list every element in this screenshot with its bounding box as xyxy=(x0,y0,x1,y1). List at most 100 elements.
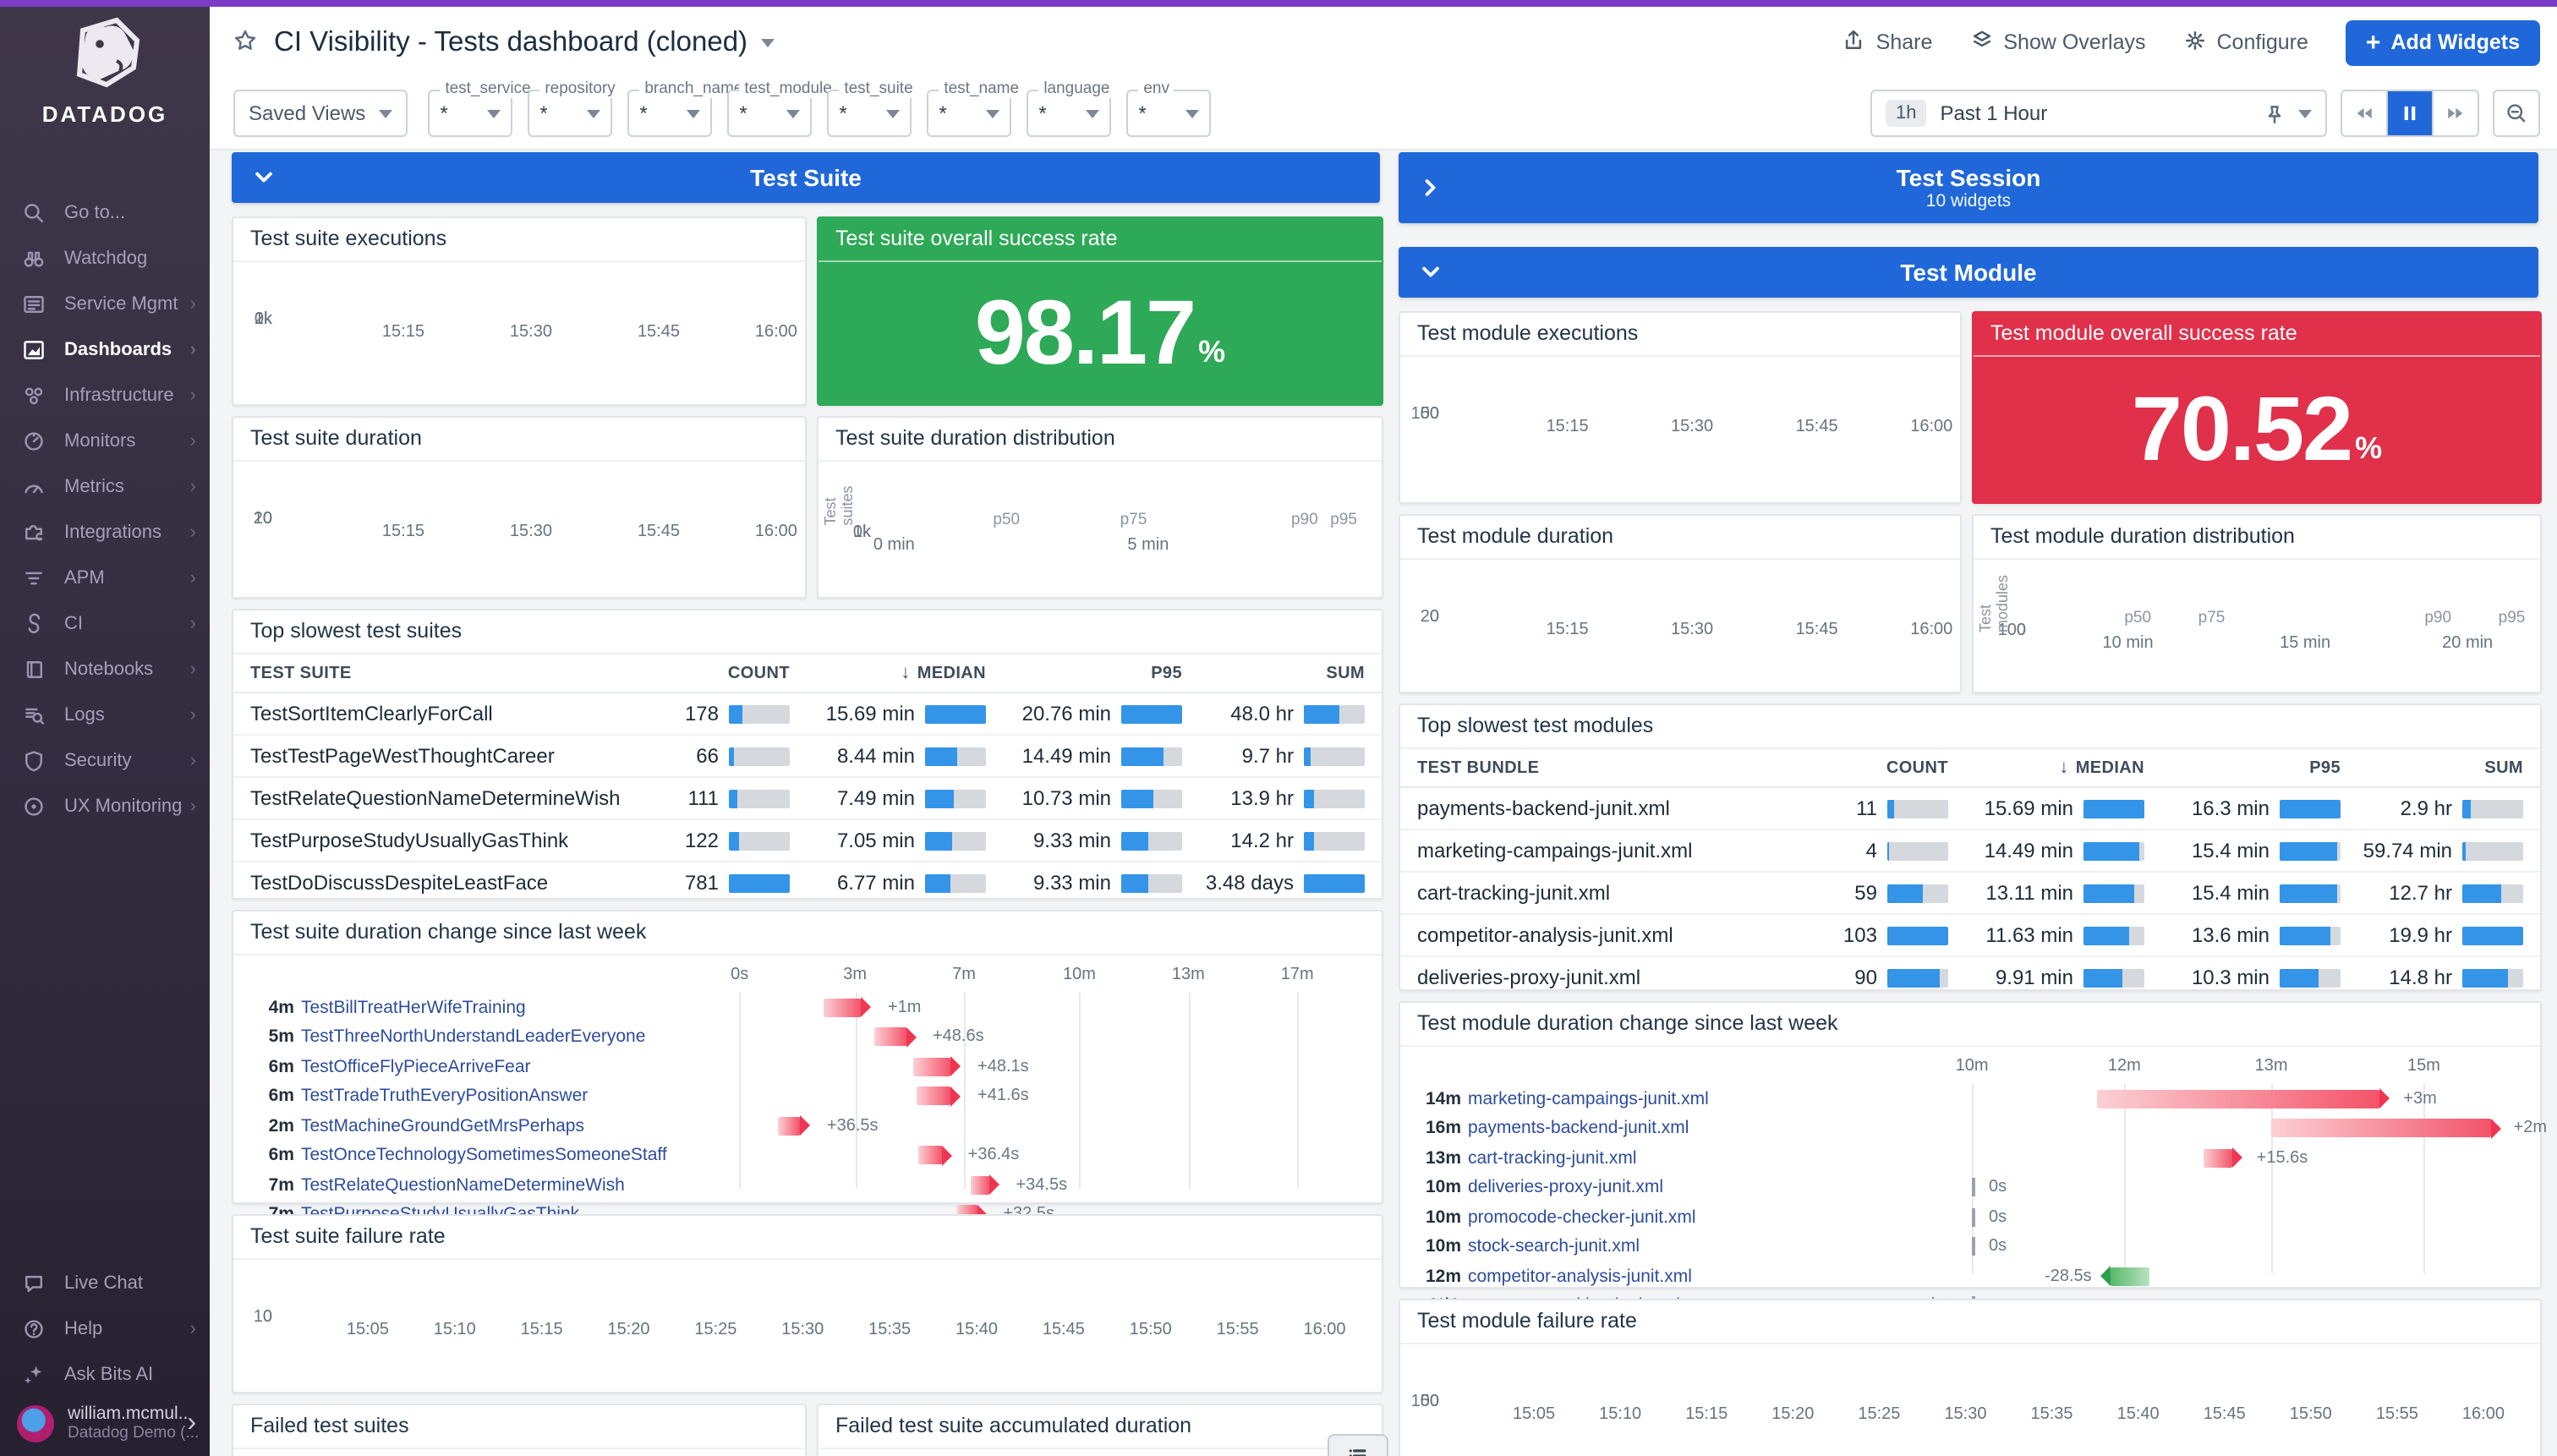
chevron-right-icon: › xyxy=(190,430,196,451)
pin-icon[interactable] xyxy=(2263,102,2285,124)
sidebar-item[interactable]: APM › xyxy=(0,555,210,600)
sidebar-footer-item[interactable]: Ask Bits AI xyxy=(0,1351,210,1397)
sidebar-item[interactable]: Integrations › xyxy=(0,509,210,555)
change-row: 10m deliveries-proxy-junit.xml 0s xyxy=(1417,1173,2520,1202)
test-module-link[interactable]: payments-backend-junit.xml xyxy=(1468,1119,1948,1139)
section-header-test-suite[interactable]: Test Suite xyxy=(232,152,1380,203)
sidebar-item[interactable]: Metrics › xyxy=(0,463,210,509)
datadog-logo[interactable]: DATADOG xyxy=(0,7,210,162)
change-axis: 0s3m7m10m13m17m xyxy=(720,966,1361,986)
widget-test-module-failure-rate[interactable]: Test module failure rate 05010015:0515:1… xyxy=(1399,1299,2542,1456)
sum-bar xyxy=(2462,968,2523,987)
sidebar-item[interactable]: Logs › xyxy=(0,692,210,737)
sidebar-item[interactable]: Service Mgmt › xyxy=(0,281,210,326)
time-range-picker[interactable]: 1h Past 1 Hour xyxy=(1870,90,2327,137)
widget-test-module-duration-change[interactable]: Test module duration change since last w… xyxy=(1399,1001,2542,1289)
sum-bar xyxy=(1304,747,1365,765)
test-module-link[interactable]: stock-search-junit.xml xyxy=(1468,1237,1948,1257)
expand-chevron-right-icon[interactable] xyxy=(1419,176,1443,200)
backward-button[interactable] xyxy=(2342,91,2388,135)
table-row[interactable]: TestDoDiscussDespiteLeastFace 781 6.77 m… xyxy=(233,862,1382,903)
test-module-link[interactable]: cart-tracking-junit.xml xyxy=(1468,1148,1948,1169)
template-variable-dropdown[interactable]: test_name * xyxy=(927,90,1011,137)
table-row[interactable]: TestPurposeStudyUsuallyGasThink 122 7.05… xyxy=(233,820,1382,862)
collapse-chevron-down-icon[interactable] xyxy=(1419,260,1443,284)
change-bar xyxy=(778,1117,801,1136)
sidebar-footer-item[interactable]: Live Chat xyxy=(0,1260,210,1305)
favorite-star-icon[interactable] xyxy=(233,29,260,56)
widget-test-suite-executions[interactable]: Test suite executions 0k1k2k15:1515:3015… xyxy=(232,216,807,406)
widget-list-button[interactable] xyxy=(1328,1434,1388,1456)
template-variable-dropdown[interactable]: language * xyxy=(1027,90,1111,137)
saved-views-dropdown[interactable]: Saved Views xyxy=(233,90,408,137)
forward-button[interactable] xyxy=(2434,91,2478,135)
table-row[interactable]: cart-tracking-junit.xml 59 13.11 min 15.… xyxy=(1400,873,2540,915)
widget-test-module-success-rate[interactable]: Test module overall success rate 70.52 % xyxy=(1972,311,2542,504)
share-icon xyxy=(1842,28,1866,57)
sum-bar xyxy=(2462,799,2523,818)
title-chevron-down-icon[interactable] xyxy=(761,38,775,47)
sidebar-item[interactable]: Notebooks › xyxy=(0,646,210,692)
count-bar xyxy=(729,704,790,723)
table-row[interactable]: TestSortItemClearlyForCall 178 15.69 min… xyxy=(233,693,1382,736)
section-header-test-module[interactable]: Test Module xyxy=(1399,247,2538,298)
collapse-chevron-down-icon[interactable] xyxy=(252,166,276,189)
sidebar-item[interactable]: UX Monitoring › xyxy=(0,783,210,829)
user-menu[interactable]: william.mcmul... Datadog Demo (... › xyxy=(0,1397,210,1446)
show-overlays-button[interactable]: Show Overlays xyxy=(1969,28,2145,57)
change-bar xyxy=(874,1028,906,1047)
sidebar-item[interactable]: Security › xyxy=(0,737,210,783)
widget-failed-test-suites[interactable]: Failed test suites 40 xyxy=(232,1404,807,1456)
widget-top-slowest-test-modules[interactable]: Top slowest test modules TEST BUNDLE COU… xyxy=(1399,703,2542,991)
widget-failed-suite-accumulated-duration[interactable]: Failed test suite accumulated duration xyxy=(817,1404,1383,1456)
section-header-test-session[interactable]: Test Session 10 widgets xyxy=(1399,152,2538,223)
widget-test-module-duration-distribution[interactable]: Test module duration distribution 0100p5… xyxy=(1972,514,2542,693)
sidebar-item[interactable]: Dashboards › xyxy=(0,326,210,372)
test-suite-link[interactable]: TestOfficeFlyPieceArriveFear xyxy=(301,1057,714,1077)
monitors-icon xyxy=(20,427,47,454)
widget-test-suite-duration-change[interactable]: Test suite duration change since last we… xyxy=(232,910,1383,1204)
test-module-link[interactable]: marketing-campaings-junit.xml xyxy=(1468,1089,1948,1109)
widget-test-suite-failure-rate[interactable]: Test suite failure rate 01015:0515:1015:… xyxy=(232,1214,1383,1393)
test-suite-link[interactable]: TestThreeNorthUnderstandLeaderEveryone xyxy=(301,1027,714,1048)
add-widgets-button[interactable]: + Add Widgets xyxy=(2346,19,2540,65)
test-suite-link[interactable]: TestBillTreatHerWifeTraining xyxy=(301,998,714,1018)
share-button[interactable]: Share xyxy=(1842,28,1933,57)
test-suite-link[interactable]: TestRelateQuestionNameDetermineWish xyxy=(301,1175,714,1196)
test-module-link[interactable]: promocode-checker-junit.xml xyxy=(1468,1207,1948,1228)
table-row[interactable]: competitor-analysis-junit.xml 103 11.63 … xyxy=(1400,915,2540,957)
p95-bar xyxy=(2280,968,2341,987)
sidebar-item[interactable]: CI › xyxy=(0,600,210,646)
table-row[interactable]: deliveries-proxy-junit.xml 90 9.91 min 1… xyxy=(1400,957,2540,998)
p95-bar xyxy=(2280,926,2341,944)
template-variable-dropdown[interactable]: env * xyxy=(1126,90,1211,137)
table-row[interactable]: payments-backend-junit.xml 11 15.69 min … xyxy=(1400,788,2540,830)
table-row[interactable]: TestRelateQuestionNameDetermineWish 111 … xyxy=(233,778,1382,820)
widget-test-module-executions[interactable]: Test module executions 05010015:1515:301… xyxy=(1399,311,1962,504)
sidebar-item[interactable]: Monitors › xyxy=(0,418,210,463)
widget-test-suite-duration[interactable]: Test suite duration 0102015:1515:3015:45… xyxy=(232,416,807,599)
table-row[interactable]: marketing-campaings-junit.xml 4 14.49 mi… xyxy=(1400,830,2540,873)
sidebar-footer-item[interactable]: Help › xyxy=(0,1305,210,1351)
sidebar-item[interactable]: Go to... xyxy=(0,189,210,235)
template-variable-dropdown[interactable]: test_service * xyxy=(428,90,512,137)
widget-top-slowest-test-suites[interactable]: Top slowest test suites TEST SUITE COUNT… xyxy=(232,609,1383,900)
test-suite-link[interactable]: TestTradeTruthEveryPositionAnswer xyxy=(301,1087,714,1107)
template-variable-dropdown[interactable]: repository * xyxy=(528,90,612,137)
sidebar-item[interactable]: Infrastructure › xyxy=(0,372,210,418)
zoom-out-button[interactable] xyxy=(2493,90,2540,137)
test-suite-link[interactable]: TestMachineGroundGetMrsPerhaps xyxy=(301,1116,714,1136)
test-module-link[interactable]: competitor-analysis-junit.xml xyxy=(1468,1267,1948,1287)
template-variable-dropdown[interactable]: branch_name * xyxy=(627,90,712,137)
widget-test-suite-success-rate[interactable]: Test suite overall success rate 98.17 % xyxy=(817,216,1383,406)
widget-test-suite-duration-distribution[interactable]: Test suite duration distribution 0k1kp50… xyxy=(817,416,1383,599)
configure-button[interactable]: Configure xyxy=(2183,28,2308,57)
sidebar-item[interactable]: Watchdog xyxy=(0,235,210,281)
pause-button[interactable] xyxy=(2388,91,2434,135)
table-row[interactable]: TestTestPageWestThoughtCareer 66 8.44 mi… xyxy=(233,736,1382,778)
test-suite-link[interactable]: TestOnceTechnologySometimesSomeoneStaff xyxy=(301,1146,714,1166)
template-variable-dropdown[interactable]: test_suite * xyxy=(827,90,912,137)
test-module-link[interactable]: deliveries-proxy-junit.xml xyxy=(1468,1178,1948,1198)
template-variable-dropdown[interactable]: test_module * xyxy=(727,90,812,137)
widget-test-module-duration[interactable]: Test module duration 02015:1515:3015:451… xyxy=(1399,514,1962,693)
